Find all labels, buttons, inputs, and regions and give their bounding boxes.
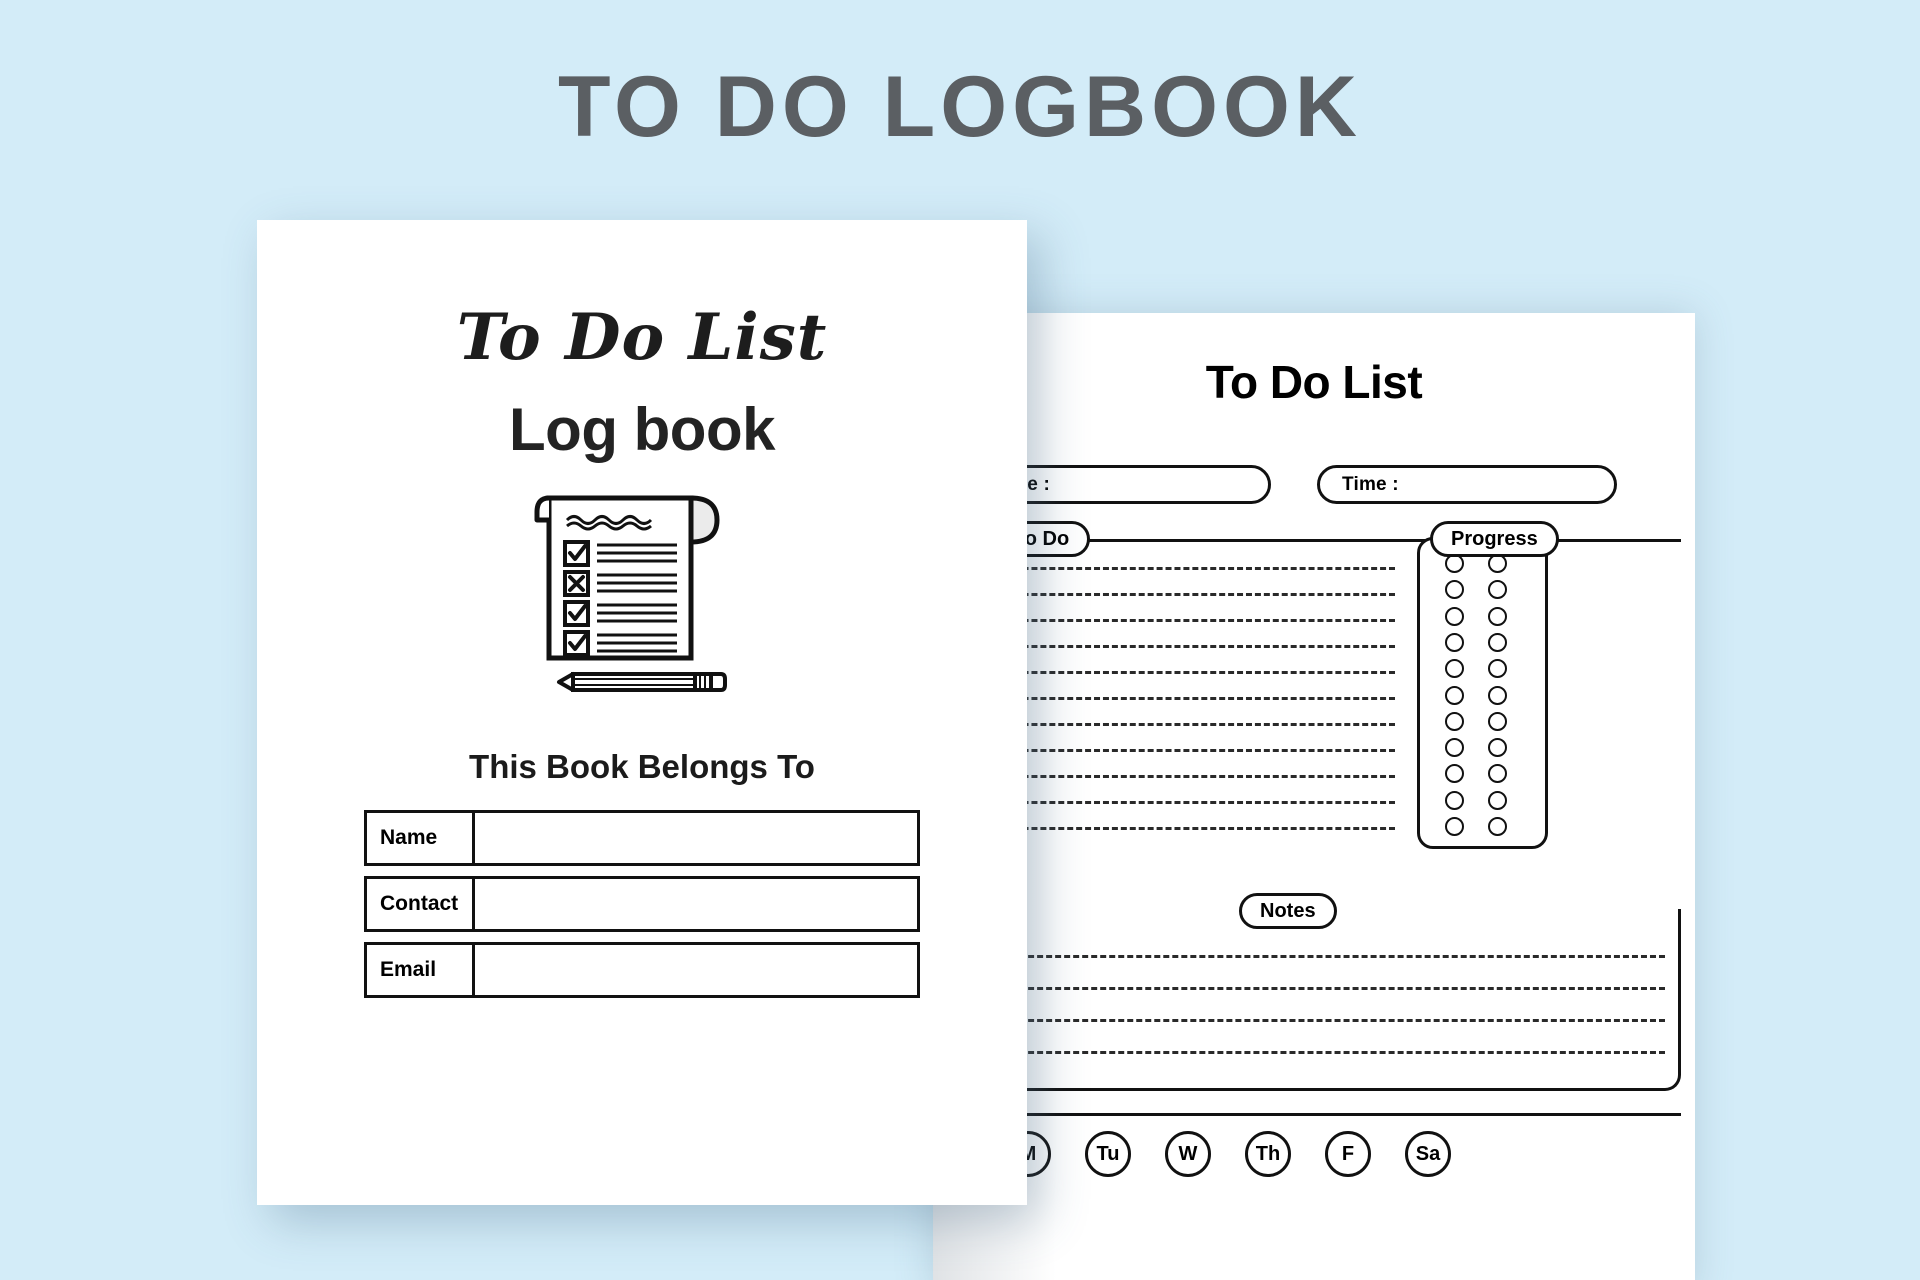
time-input[interactable]: Time : bbox=[1317, 465, 1617, 504]
progress-heading-label: Progress bbox=[1451, 527, 1538, 550]
contact-field-input[interactable] bbox=[475, 879, 917, 929]
contact-field-row: Contact bbox=[364, 876, 920, 932]
belongs-to-heading: This Book Belongs To bbox=[469, 748, 815, 785]
notes-heading-label: Notes bbox=[1260, 899, 1316, 922]
progress-checkbox[interactable] bbox=[1445, 606, 1464, 626]
progress-checkbox[interactable] bbox=[1445, 738, 1464, 758]
progress-panel bbox=[1417, 537, 1548, 849]
poster-canvas: TO DO LOGBOOK To Do List Date : Time : T… bbox=[0, 0, 1920, 1280]
day-label: W bbox=[1178, 1142, 1198, 1165]
progress-checkbox[interactable] bbox=[1488, 790, 1507, 810]
contact-field-label: Contact bbox=[367, 879, 475, 929]
progress-checkbox[interactable] bbox=[1488, 817, 1507, 836]
cover-subtitle: Log book bbox=[509, 396, 775, 463]
email-field-label: Email bbox=[367, 945, 475, 995]
todo-section: To Do Progress bbox=[951, 521, 1681, 851]
days-divider-rule bbox=[951, 1113, 1681, 1116]
progress-checkbox[interactable] bbox=[1445, 790, 1464, 810]
interior-page: To Do List Date : Time : To Do Progress bbox=[925, 313, 1695, 1280]
name-field-label: Name bbox=[367, 813, 475, 863]
day-label: Sa bbox=[1415, 1142, 1441, 1165]
progress-checkbox[interactable] bbox=[1488, 738, 1507, 758]
page-title: TO DO LOGBOOK bbox=[558, 59, 1362, 155]
name-field-input[interactable] bbox=[475, 813, 917, 863]
cover-script-title: To Do List bbox=[456, 300, 828, 375]
progress-checkbox[interactable] bbox=[1445, 685, 1464, 705]
progress-checkbox[interactable] bbox=[1445, 817, 1464, 836]
todo-scroll-with-pencil-icon bbox=[257, 480, 1027, 710]
progress-checkbox[interactable] bbox=[1488, 685, 1507, 705]
day-circle-th[interactable]: Th bbox=[1245, 1131, 1291, 1177]
progress-checkbox[interactable] bbox=[1488, 606, 1507, 626]
email-field-input[interactable] bbox=[475, 945, 917, 995]
progress-checkbox[interactable] bbox=[1445, 711, 1464, 731]
notes-line[interactable] bbox=[965, 955, 1665, 958]
day-label: Th bbox=[1255, 1142, 1281, 1165]
notes-line[interactable] bbox=[965, 1051, 1665, 1054]
day-circle-tu[interactable]: Tu bbox=[1085, 1131, 1131, 1177]
notes-section: Notes bbox=[951, 893, 1681, 1093]
progress-checkbox[interactable] bbox=[1488, 711, 1507, 731]
day-circle-f[interactable]: F bbox=[1325, 1131, 1371, 1177]
notes-panel[interactable] bbox=[951, 909, 1681, 1091]
cover-page: To Do List Log book This Book Belongs To… bbox=[257, 220, 1027, 1205]
notes-line[interactable] bbox=[965, 1019, 1665, 1022]
notes-heading-pill: Notes bbox=[1239, 893, 1337, 929]
day-label: Tu bbox=[1096, 1142, 1120, 1165]
email-field-row: Email bbox=[364, 942, 920, 998]
day-circle-w[interactable]: W bbox=[1165, 1131, 1211, 1177]
progress-checkbox[interactable] bbox=[1445, 632, 1464, 652]
interior-page-title: To Do List bbox=[1205, 356, 1423, 408]
name-field-row: Name bbox=[364, 810, 920, 866]
day-circle-sa[interactable]: Sa bbox=[1405, 1131, 1451, 1177]
progress-heading-pill: Progress bbox=[1430, 521, 1559, 557]
notes-line[interactable] bbox=[965, 987, 1665, 990]
time-label: Time : bbox=[1342, 473, 1399, 495]
day-label: F bbox=[1341, 1142, 1355, 1165]
progress-checkbox[interactable] bbox=[1488, 632, 1507, 652]
